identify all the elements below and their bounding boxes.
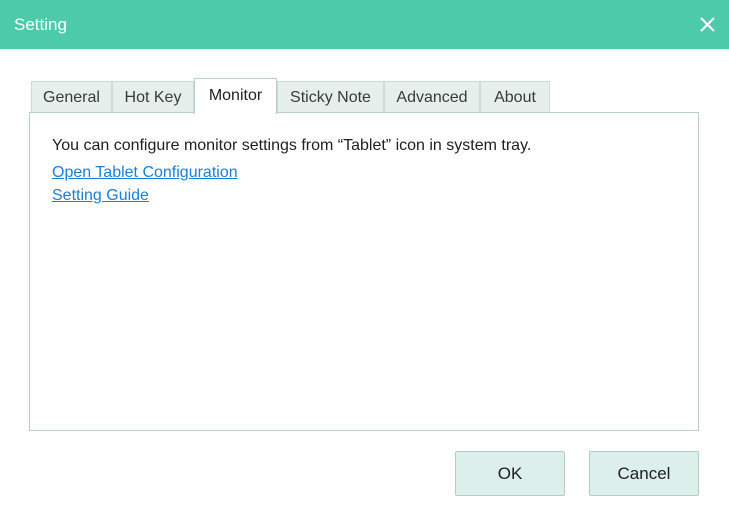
ok-button[interactable]: OK — [455, 451, 565, 496]
tab-hot-key[interactable]: Hot Key — [112, 81, 194, 113]
tab-advanced[interactable]: Advanced — [384, 81, 480, 113]
close-icon — [700, 17, 715, 32]
tab-monitor[interactable]: Monitor — [194, 78, 277, 114]
open-tablet-configuration-link[interactable]: Open Tablet Configuration — [52, 163, 238, 183]
monitor-tab-panel: You can configure monitor settings from … — [29, 112, 699, 431]
settings-dialog: Setting General Hot Key Monitor Sticky N… — [0, 0, 729, 531]
tab-about[interactable]: About — [480, 81, 550, 113]
cancel-button[interactable]: Cancel — [589, 451, 699, 496]
monitor-description: You can configure monitor settings from … — [52, 137, 532, 154]
tab-sticky-note[interactable]: Sticky Note — [277, 81, 384, 113]
setting-guide-link[interactable]: Setting Guide — [52, 186, 149, 206]
close-button[interactable] — [685, 0, 729, 49]
tab-general[interactable]: General — [31, 81, 112, 113]
title-bar: Setting — [0, 0, 729, 49]
window-title: Setting — [14, 15, 67, 34]
